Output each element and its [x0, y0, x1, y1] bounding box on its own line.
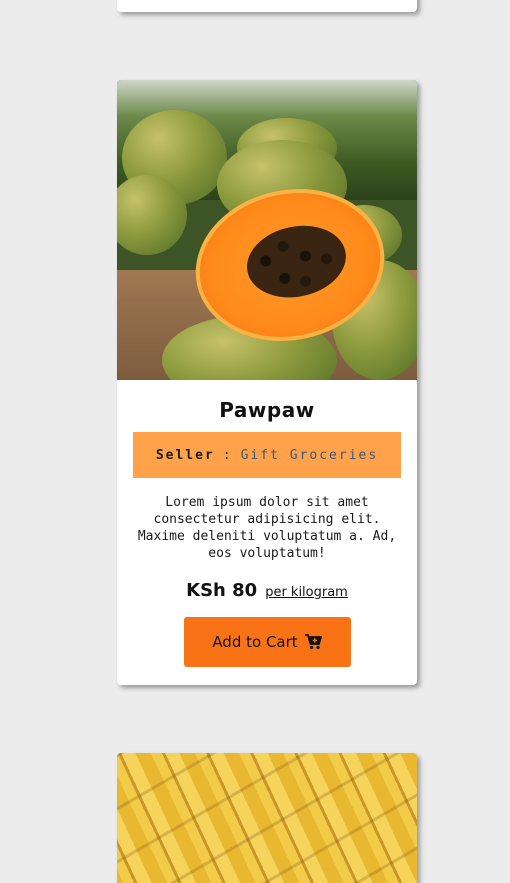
price-unit-link[interactable]: per kilogram — [265, 585, 348, 600]
seller-band: Seller : Gift Groceries — [133, 432, 401, 478]
product-card-next — [117, 753, 417, 883]
cart-plus-icon — [304, 633, 322, 651]
seller-separator: : — [222, 447, 233, 463]
product-price: KSh 80 — [186, 580, 258, 601]
add-to-cart-label: Add to Cart — [212, 633, 298, 651]
product-image-pawpaw — [117, 80, 417, 380]
product-image-bananas — [117, 753, 417, 883]
seller-label: Seller — [155, 447, 215, 463]
product-description: Lorem ipsum dolor sit amet consectetur a… — [137, 495, 397, 561]
price-row: KSh 80 per kilogram — [117, 580, 417, 601]
product-list: Pawpaw Seller : Gift Groceries Lorem ips… — [0, 0, 510, 883]
seller-name[interactable]: Gift Groceries — [241, 448, 379, 463]
product-card-previous — [117, 0, 417, 12]
add-to-cart-button[interactable]: Add to Cart — [183, 617, 351, 667]
product-card: Pawpaw Seller : Gift Groceries Lorem ips… — [117, 80, 417, 685]
product-name: Pawpaw — [219, 398, 315, 422]
